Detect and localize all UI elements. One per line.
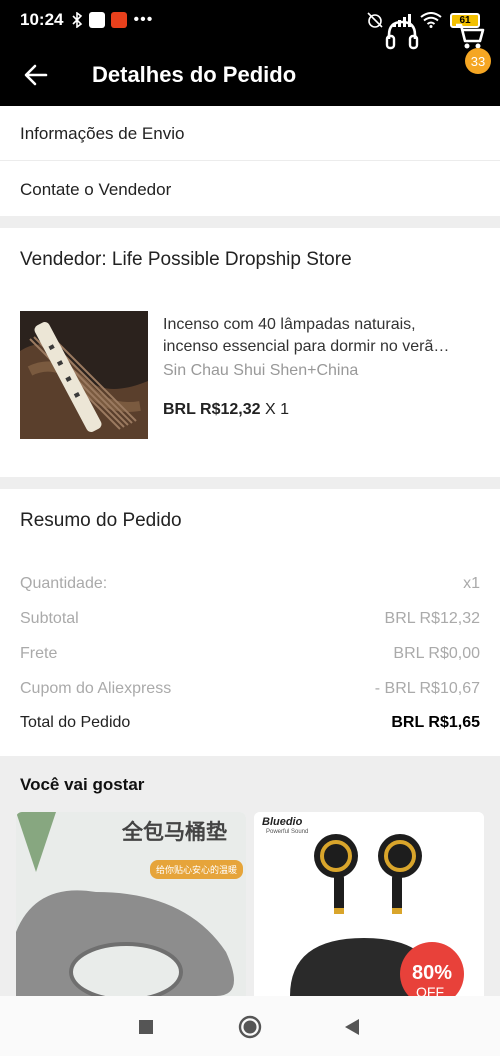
recommendation-card-toilet-seat[interactable]: 全包马桶垫 给你贴心安心的温暖 [16, 812, 246, 996]
summary-label: Quantidade: [20, 575, 108, 592]
card2-brand: Bluedio [262, 816, 303, 828]
cart-count-badge: 33 [465, 48, 491, 74]
summary-row-shipping: Frete BRL R$0,00 [20, 645, 480, 669]
card2-tagline: Powerful Sound [266, 829, 309, 835]
home-button[interactable] [233, 1010, 267, 1044]
incense-sticks-image [20, 311, 148, 439]
divider [0, 160, 500, 161]
summary-value: - BRL R$10,67 [374, 680, 480, 697]
more-notifications-icon: ••• [133, 11, 154, 28]
summary-row-subtotal: Subtotal BRL R$12,32 [20, 610, 480, 634]
product-variant: Sin Chau Shui Shen+China [163, 362, 359, 379]
total-value: BRL R$1,65 [391, 714, 480, 731]
seller-name[interactable]: Vendedor: Life Possible Dropship Store [20, 249, 352, 271]
square-icon [139, 1020, 153, 1034]
arrow-left-icon [24, 64, 48, 86]
summary-label: Cupom do Aliexpress [20, 680, 172, 697]
card1-title: 全包马桶垫 [122, 821, 227, 844]
status-notification-icons: ••• [71, 11, 153, 29]
product-title[interactable]: Incenso com 40 lâmpadas naturais, incens… [163, 314, 488, 358]
product-image[interactable] [20, 311, 148, 439]
summary-value: BRL R$12,32 [384, 610, 480, 627]
triangle-back-icon [345, 1019, 359, 1035]
recents-button[interactable] [129, 1010, 163, 1044]
summary-row-coupon: Cupom do Aliexpress - BRL R$10,67 [20, 680, 480, 704]
order-summary-title: Resumo do Pedido [20, 510, 182, 531]
shipping-info-link[interactable]: Informações de Envio [0, 106, 500, 162]
headset-icon [385, 20, 419, 50]
summary-value: x1 [463, 575, 480, 592]
page-title: Detalhes do Pedido [92, 62, 297, 87]
customer-support-button[interactable] [380, 14, 424, 58]
recommendations-title: Você vai gostar [20, 775, 145, 794]
summary-row-quantity: Quantidade: x1 [20, 575, 480, 599]
bluetooth-icon [72, 12, 83, 28]
product-title-line-1: Incenso com 40 lâmpadas naturais, [163, 316, 416, 333]
product-price: BRL R$12,32 [163, 401, 261, 418]
back-button[interactable] [0, 40, 72, 110]
back-nav-button[interactable] [335, 1010, 369, 1044]
discount-badge: 80% [412, 962, 453, 984]
product-price-qty: BRL R$12,32 X 1 [163, 401, 289, 419]
aliexpress-notification-icon [111, 12, 128, 28]
summary-value: BRL R$0,00 [393, 645, 480, 662]
summary-label: Subtotal [20, 610, 79, 627]
contact-seller-link[interactable]: Contate o Vendedor [0, 162, 500, 218]
circle-icon [238, 1015, 262, 1039]
discount-badge-off: OFF [416, 984, 444, 996]
notification-app-icon [89, 12, 106, 28]
product-quantity: X 1 [264, 401, 289, 418]
summary-row-total: Total do Pedido BRL R$1,65 [20, 714, 480, 738]
total-label: Total do Pedido [20, 714, 131, 731]
cart-icon [456, 23, 485, 49]
summary-label: Frete [20, 645, 58, 662]
section-gap [0, 477, 500, 489]
app-bar: Detalhes do Pedido [0, 40, 500, 110]
recommendation-card-earbuds[interactable]: Bluedio Powerful Sound 80% OFF [254, 812, 484, 996]
status-bar: 10:24 ••• 61 [0, 0, 500, 40]
product-title-line-2: incenso essencial para dormir no verã… [163, 338, 450, 355]
status-time: 10:24 [20, 10, 64, 29]
card1-subtitle: 给你贴心安心的温暖 [150, 860, 244, 879]
screen: 10:24 ••• 61 Detalhes do Pedido 33 Infor… [0, 0, 500, 1056]
section-gap [0, 216, 500, 228]
